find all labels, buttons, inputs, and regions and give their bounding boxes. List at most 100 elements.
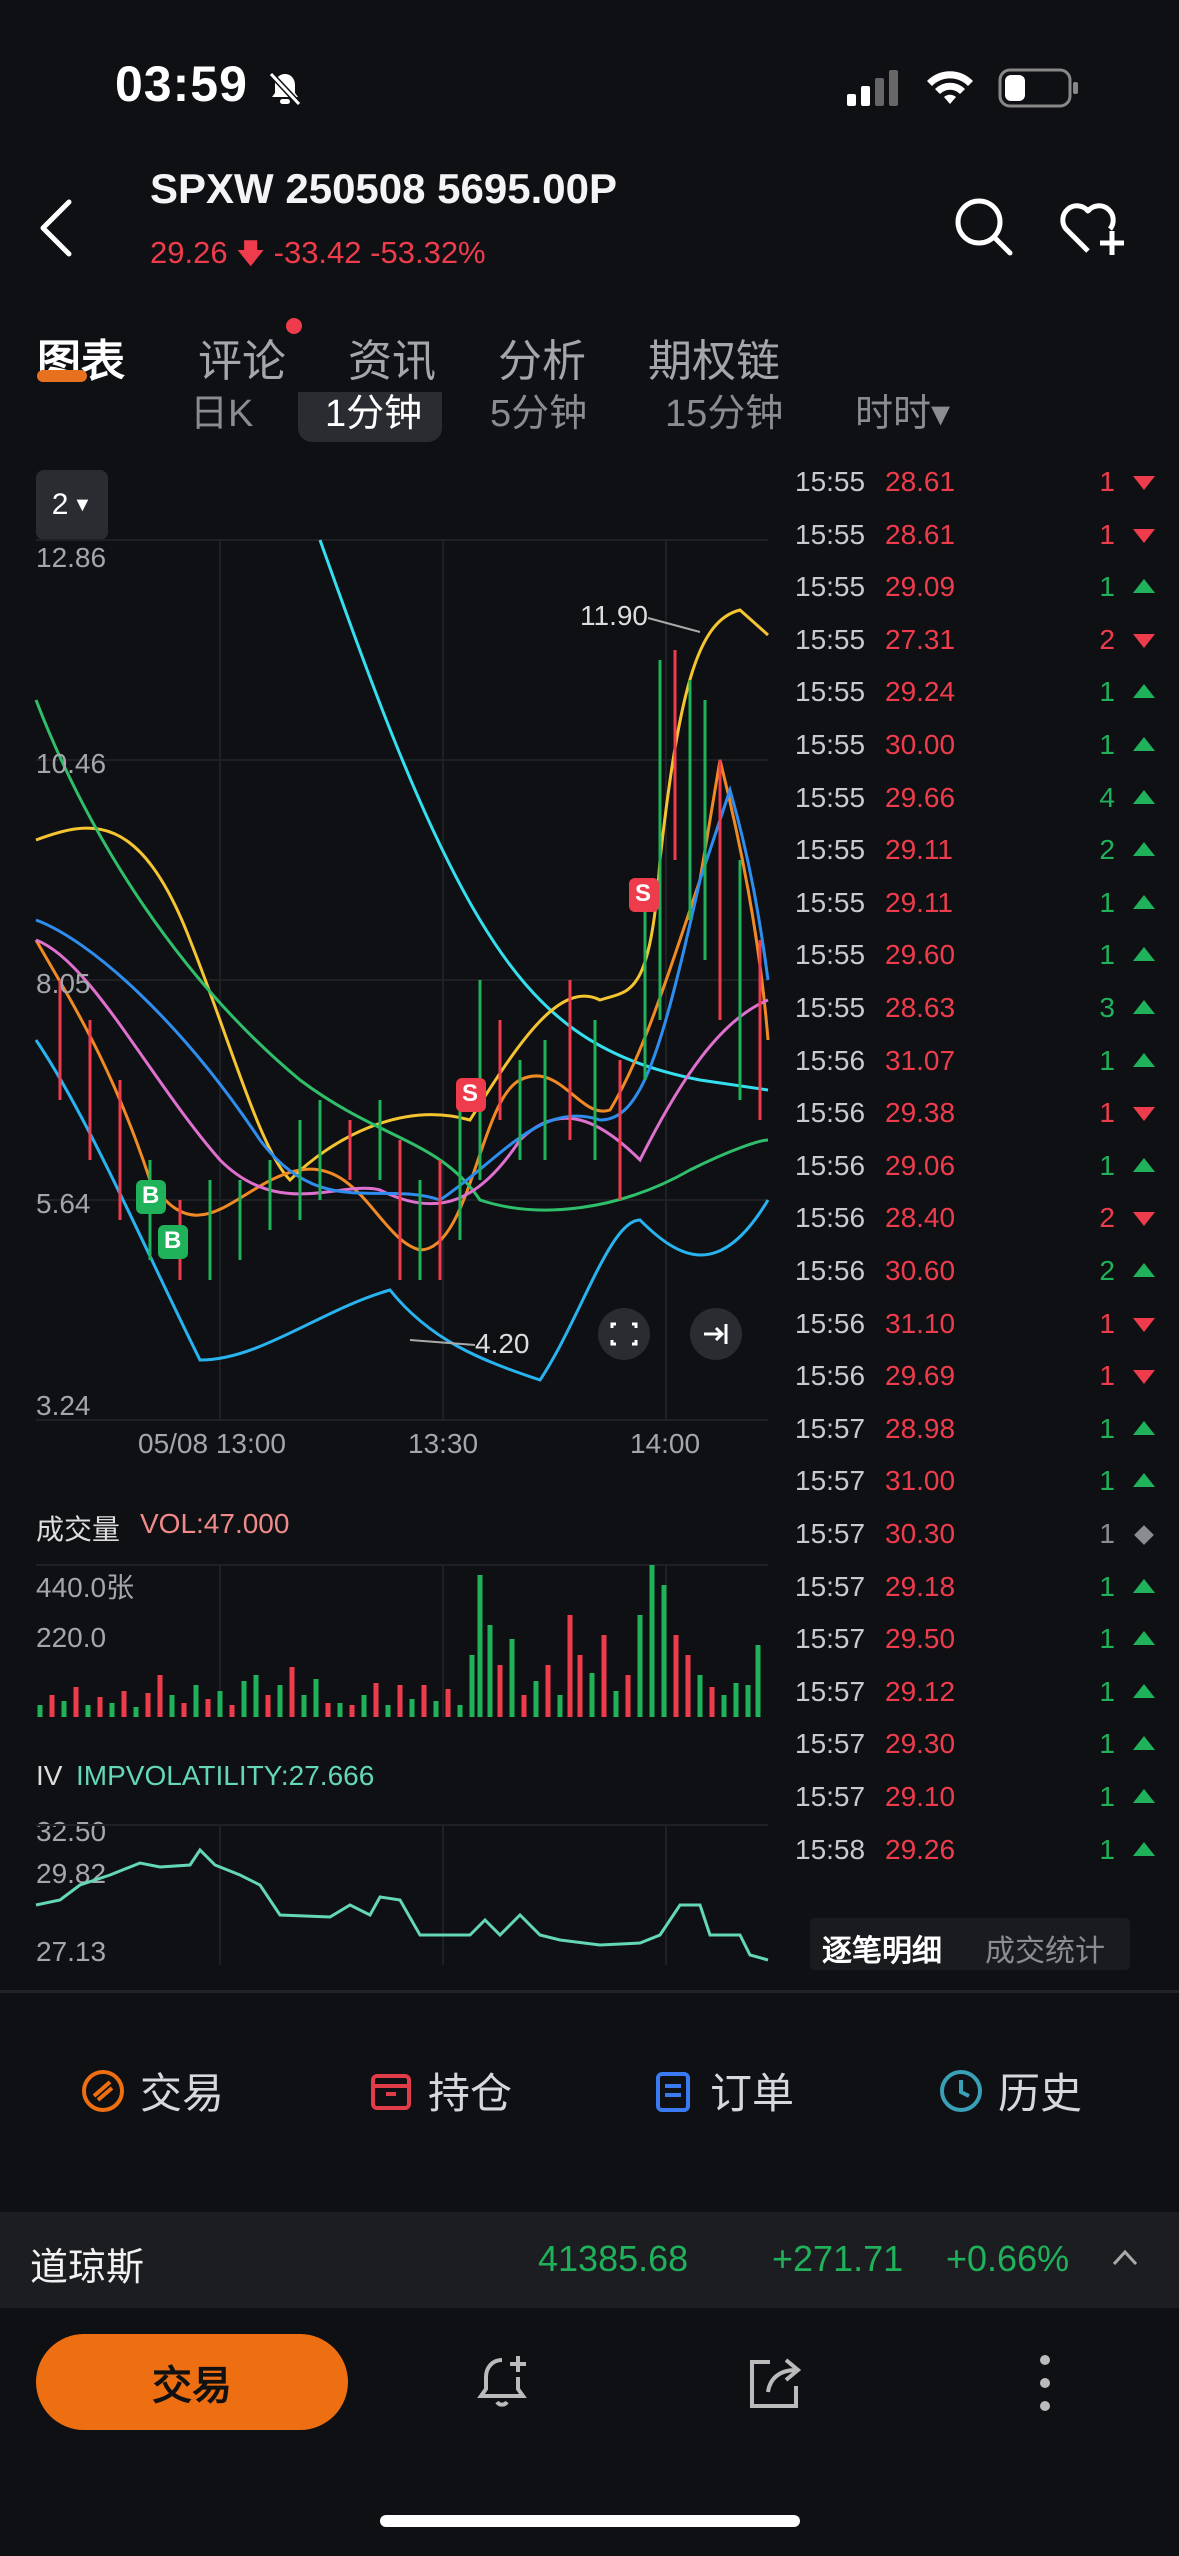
tick-row: 15:56 28.40 2 — [795, 1202, 1155, 1254]
tick-row: 15:55 29.09 1 — [795, 571, 1155, 623]
tick-time: 15:56 — [795, 1097, 866, 1129]
subtab-day[interactable]: 日K — [190, 392, 253, 437]
tick-qty: 1 — [1099, 1623, 1115, 1655]
fullscreen-button[interactable] — [598, 1308, 650, 1360]
tick-row: 15:57 29.10 1 — [795, 1781, 1155, 1833]
action-trade[interactable]: 交易 — [80, 2060, 224, 2121]
tick-time: 15:58 — [795, 1833, 866, 1865]
tick-time: 15:55 — [795, 781, 866, 813]
tab-trade-stats[interactable]: 成交统计 — [985, 1926, 1105, 1970]
tab-analysis[interactable]: 分析 — [498, 325, 586, 389]
up-triangle-icon — [1133, 1473, 1155, 1488]
more-icon[interactable] — [1030, 2350, 1060, 2416]
subtab-15min[interactable]: 15分钟 — [665, 392, 783, 437]
tab-news[interactable]: 资讯 — [348, 325, 436, 389]
index-ticker-bar[interactable]: 道琼斯 41385.68 +271.71 +0.66% — [0, 2212, 1179, 2308]
action-position[interactable]: 持仓 — [368, 2060, 512, 2121]
action-history[interactable]: 历史 — [938, 2060, 1082, 2121]
buy-marker-label-1: B — [142, 1182, 160, 1209]
down-triangle-icon — [1133, 1317, 1155, 1332]
tick-time: 15:55 — [795, 571, 866, 603]
trade-icon — [82, 2069, 124, 2112]
action-orders[interactable]: 订单 — [650, 2060, 794, 2121]
tick-time: 15:55 — [795, 834, 866, 866]
up-triangle-icon — [1133, 1052, 1155, 1067]
tick-price: 28.40 — [885, 1202, 956, 1234]
up-triangle-icon — [1133, 894, 1155, 909]
tick-time: 15:55 — [795, 886, 866, 918]
up-triangle-icon — [1133, 737, 1155, 751]
up-triangle-icon — [1133, 1841, 1155, 1856]
tick-price: 29.26 — [885, 1833, 956, 1865]
tick-price: 28.98 — [885, 1412, 956, 1444]
tick-time: 15:57 — [795, 1781, 866, 1812]
scroll-latest-button[interactable] — [690, 1308, 742, 1360]
tick-row: 15:55 29.24 1 — [795, 676, 1155, 728]
sell-marker-label-1: S — [462, 1080, 479, 1107]
tick-price: 29.18 — [885, 1570, 956, 1602]
tick-price: 31.07 — [885, 1044, 956, 1076]
tick-row: 15:57 31.00 1 — [795, 1465, 1155, 1517]
action-history-label: 历史 — [998, 2070, 1083, 2117]
chevron-up-icon[interactable] — [1110, 2246, 1140, 2270]
share-icon[interactable] — [742, 2352, 806, 2416]
tick-qty: 2 — [1099, 623, 1115, 655]
tick-qty: 1 — [1099, 1675, 1115, 1707]
tick-row: 15:56 29.38 1 — [795, 1097, 1155, 1149]
add-watchlist-icon[interactable] — [1058, 195, 1130, 259]
tick-time: 15:57 — [795, 1675, 866, 1707]
tick-row: 15:55 27.31 2 — [795, 624, 1155, 676]
down-triangle-icon — [1133, 1107, 1155, 1122]
tick-qty: 1 — [1099, 1307, 1115, 1339]
tick-time: 15:55 — [795, 939, 866, 971]
down-triangle-icon — [1133, 633, 1155, 648]
tick-qty: 1 — [1099, 466, 1115, 497]
tick-row: 15:55 29.11 1 — [795, 887, 1155, 939]
down-triangle-icon — [1133, 1212, 1155, 1227]
tick-price: 29.30 — [885, 1728, 956, 1760]
up-triangle-icon — [1133, 789, 1155, 804]
tick-price: 29.38 — [885, 1097, 956, 1129]
tick-row: 15:58 29.26 1 — [795, 1834, 1155, 1886]
tick-price: 29.69 — [885, 1360, 956, 1392]
subtab-more[interactable]: 时时▾ — [855, 392, 950, 437]
tick-row: 15:55 28.61 1 — [795, 519, 1155, 571]
tab-option-chain[interactable]: 期权链 — [648, 325, 780, 389]
subtab-5min[interactable]: 5分钟 — [490, 392, 587, 437]
tick-price: 30.60 — [885, 1255, 956, 1286]
tick-qty: 1 — [1099, 1044, 1115, 1076]
y-label-0: 12.86 — [36, 542, 107, 573]
tick-time: 15:55 — [795, 676, 866, 708]
volume-title: 成交量 — [36, 1514, 121, 1545]
tick-list: 15:55 28.61 1 15:55 28.61 1 15:55 29.09 1 15:55 27… — [780, 466, 1179, 1886]
up-triangle-icon — [1133, 579, 1155, 594]
up-triangle-icon — [1133, 1000, 1155, 1014]
y-label-4: 3.24 — [36, 1390, 91, 1421]
search-icon[interactable] — [952, 195, 1016, 259]
alert-add-icon[interactable] — [472, 2350, 538, 2416]
tick-time: 15:57 — [795, 1412, 866, 1444]
buy-marker-label-2: B — [164, 1227, 182, 1254]
up-triangle-icon — [1133, 1631, 1155, 1646]
sell-marker-label-2: S — [635, 880, 652, 907]
up-triangle-icon — [1133, 947, 1155, 962]
tick-price: 28.61 — [885, 466, 956, 497]
tick-qty: 1 — [1099, 729, 1115, 760]
back-icon[interactable] — [35, 198, 75, 258]
tick-tab-bar: 逐笔明细 成交统计 — [810, 1918, 1130, 1970]
volume-chart-svg — [36, 1564, 768, 1717]
tick-price: 28.61 — [885, 518, 956, 550]
tick-time: 15:56 — [795, 1307, 866, 1339]
tick-qty: 2 — [1099, 834, 1115, 866]
index-name: 道琼斯 — [30, 2247, 145, 2289]
tab-trade-details[interactable]: 逐笔明细 — [822, 1926, 942, 1970]
tick-row: 15:56 31.10 1 — [795, 1308, 1155, 1360]
tick-time: 15:57 — [795, 1728, 866, 1760]
tick-time: 15:55 — [795, 992, 866, 1023]
trade-button[interactable]: 交易 — [36, 2334, 348, 2430]
subtab-1min[interactable]: 1分钟 — [325, 392, 422, 437]
up-triangle-icon — [1133, 1157, 1155, 1172]
tick-row: 15:56 29.06 1 — [795, 1150, 1155, 1202]
tab-comments[interactable]: 评论 — [198, 325, 286, 389]
tick-qty: 1 — [1099, 1781, 1115, 1812]
